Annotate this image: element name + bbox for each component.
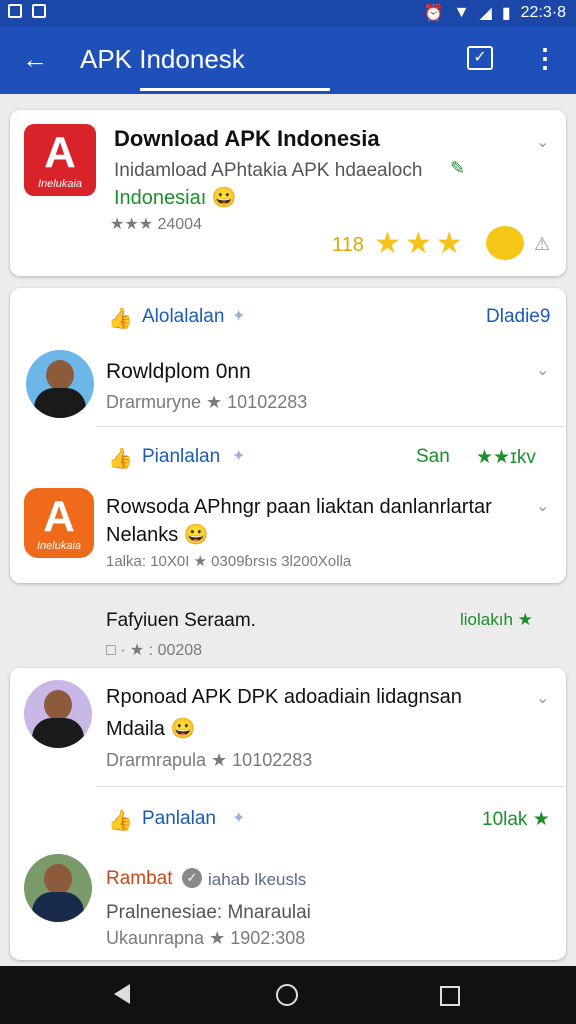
item-subtitle: Pralnenesiae: Mnaraulai (106, 902, 311, 923)
app-bar: ← APK Indonesk ✓ ⋮ (0, 26, 576, 94)
back-arrow-icon[interactable]: ← (22, 46, 48, 72)
battery-icon: ▮ (501, 5, 511, 22)
image-icon (32, 4, 46, 18)
sparkle-icon: ✦ (232, 448, 246, 465)
item-meta: Ukaunrapna ★ 1902:308 (106, 928, 306, 948)
item-meta: Drarmrapula ★ 10102283 (106, 750, 313, 770)
home-nav-icon[interactable] (276, 984, 298, 1006)
standalone-right[interactable]: liolakıh ★ (460, 610, 533, 630)
alarm-icon: ⏰ (423, 5, 444, 22)
action-right-label[interactable]: San (416, 446, 450, 468)
wifi-icon: ▼ (453, 4, 470, 21)
signal-icon: ◢ (479, 5, 492, 22)
action-right-label[interactable]: Dladie9 (486, 306, 550, 328)
pen-icon: ✎ (450, 158, 466, 178)
sparkle-icon: ✦ (232, 308, 246, 325)
action-label[interactable]: Pianlalan (142, 446, 220, 468)
reviews-card: 👍 Alolalalan ✦ Dladie9 Rowldplom 0nn ⌄ D… (10, 288, 566, 583)
system-nav-bar (0, 966, 576, 1024)
item-meta: Drarmuryne ★ 10102283 (106, 392, 308, 412)
item-title-line2: Mdaila 😀 (106, 718, 196, 740)
rating-coin-icon (486, 226, 524, 260)
avatar (26, 350, 94, 418)
app-icon-text: Inelukaia (37, 178, 83, 190)
action-label[interactable]: Alolalalan (142, 306, 224, 328)
app-icon: A Inelukaia (24, 488, 94, 558)
page-title: APK Indonesk (80, 44, 245, 74)
action-right-label[interactable]: 10lak ★ (482, 808, 550, 831)
thumbs-up-icon[interactable]: 👍 (108, 808, 133, 832)
app-icon-text: Inelukaia (36, 540, 82, 552)
app-icon-letter: A (44, 128, 76, 177)
standalone-meta: □ · ★ : 00208 (106, 642, 203, 659)
notification-icon (8, 4, 22, 18)
action-right-stars: ★★ɪkv (476, 447, 536, 468)
share-icon[interactable]: ⚠ (534, 234, 550, 255)
verified-icon: ✓ (182, 868, 202, 888)
app-description: Inidamload APhtakia APK hdaealoch (114, 160, 423, 181)
divider (96, 426, 566, 427)
thumbs-up-icon[interactable]: 👍 (108, 446, 133, 470)
rating-stars: ★★★ (374, 227, 467, 260)
divider (96, 786, 566, 787)
standalone-title[interactable]: Fafyiuen Seraam. (106, 610, 256, 632)
app-icon: A Inelukaia (24, 124, 96, 196)
chevron-icon[interactable]: ⌄ (536, 132, 549, 152)
item-title[interactable]: Rponoad APK DPK adoadiain lidagnsan (106, 686, 462, 709)
sparkle-icon: ✦ (232, 810, 246, 827)
item-title[interactable]: Rowsoda APhngr paan liaktan danlanrlarta… (106, 496, 492, 519)
rating-count: 118 (332, 234, 364, 256)
item-title[interactable]: Rowldplom 0nn (106, 360, 251, 384)
chevron-icon[interactable]: ⌄ (536, 688, 549, 708)
clock: 22:3·8 (520, 4, 566, 21)
item-title-line2: Nelanks 😀 (106, 524, 209, 546)
recents-nav-icon[interactable] (440, 986, 460, 1006)
reviews-card-2: Rponoad APK DPK adoadiain lidagnsan ⌄ Md… (10, 668, 566, 960)
item-meta: 1alka: 10X0I ★ 0309ɓrsıs 3l200Xolla (106, 553, 352, 570)
reviewer-name[interactable]: Rambat (106, 868, 173, 890)
thumbs-up-icon[interactable]: 👍 (108, 306, 133, 330)
active-tab-indicator (140, 88, 330, 91)
app-description-line2: Indonesiaı 😀 (114, 187, 237, 209)
avatar (24, 854, 92, 922)
more-options-icon[interactable]: ⋮ (532, 42, 558, 74)
action-label[interactable]: Panlalan (142, 808, 216, 830)
status-bar: ⏰ ▼ ◢ ▮ 22:3·8 (0, 0, 576, 26)
app-icon-letter: A (43, 492, 75, 541)
app-title: Download APK Indonesia (114, 126, 380, 151)
back-nav-icon[interactable] (114, 984, 130, 1004)
checkbox-icon[interactable]: ✓ (467, 46, 493, 70)
app-meta: ★★★ 24004 (110, 214, 202, 234)
avatar (24, 680, 92, 748)
chevron-icon[interactable]: ⌄ (536, 360, 549, 380)
app-card[interactable]: A Inelukaia Download APK Indonesia ⌄ Ini… (10, 110, 566, 276)
chevron-icon[interactable]: ⌄ (536, 496, 549, 516)
app-meta-value: 24004 (157, 216, 202, 233)
meta-stars-icon: ★★★ (110, 216, 158, 233)
reviewer-handle: iahab lkeusls (208, 870, 307, 889)
